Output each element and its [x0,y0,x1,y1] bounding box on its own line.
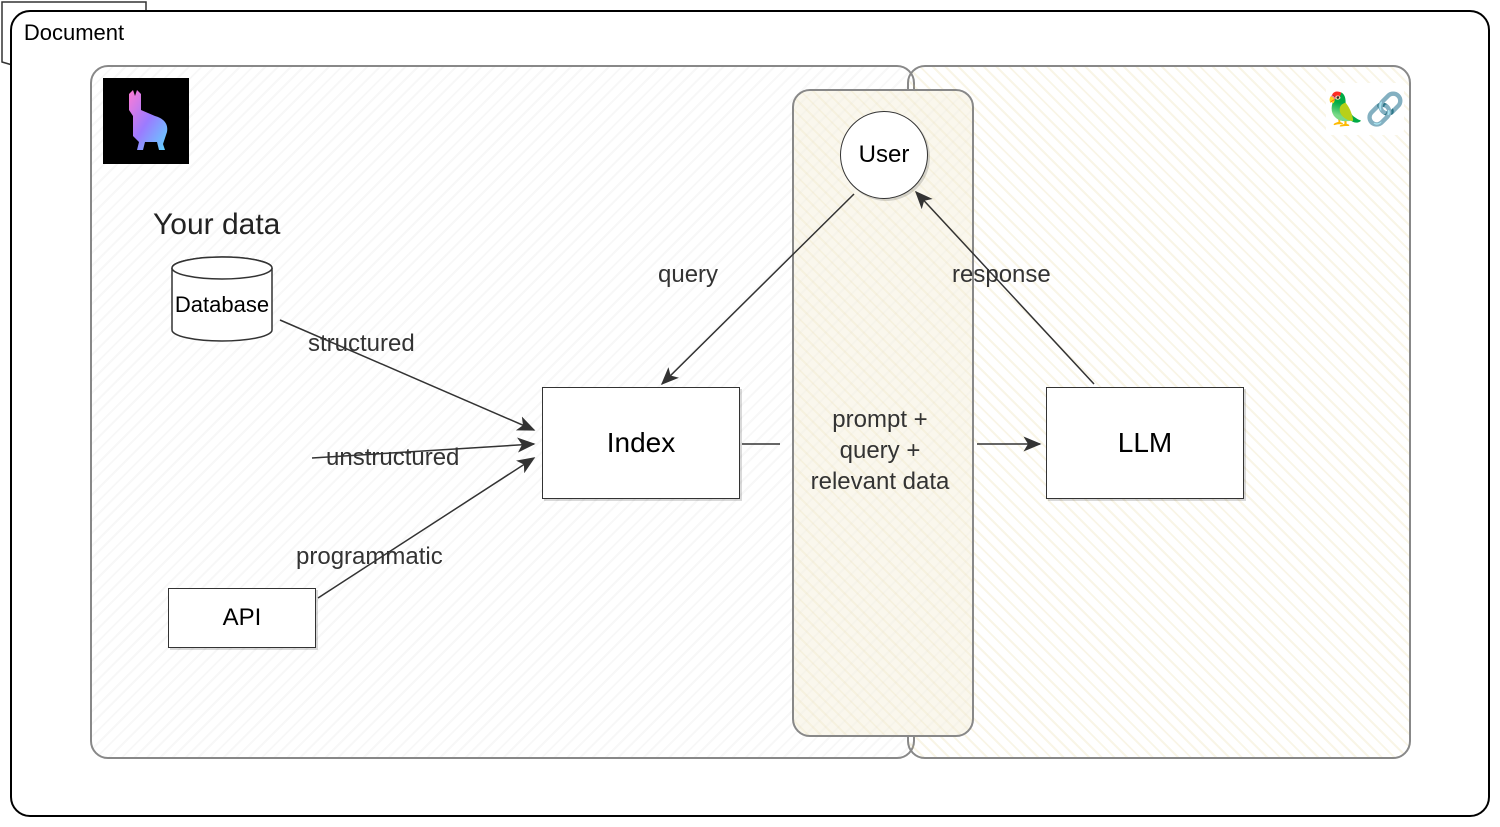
index-label: Index [607,427,676,459]
query-label: query [658,261,718,289]
user-label: User [859,141,910,169]
database-label: Database [164,292,280,318]
chain-icon: 🔗 [1365,90,1405,128]
prompt-line-2: query + [785,435,975,466]
node-api: API [168,588,316,648]
api-label: API [223,604,262,632]
llamaindex-logo [103,78,189,164]
prompt-line-3: relevant data [785,466,975,497]
node-index: Index [542,387,740,499]
prompt-line-1: prompt + [785,404,975,435]
node-llm: LLM [1046,387,1244,499]
your-data-heading: Your data [153,208,280,242]
unstructured-label: unstructured [326,444,459,472]
langchain-logo: 🦜🔗 [1326,83,1404,135]
prompt-label: prompt + query + relevant data [785,404,975,498]
llama-icon [111,86,181,156]
structured-label: structured [308,330,415,358]
llm-label: LLM [1118,427,1172,459]
response-label: response [952,261,1051,289]
parrot-icon: 🦜 [1325,90,1365,128]
node-user: User [840,111,928,199]
node-database: Database [164,256,280,346]
document-label: Document [0,20,148,46]
programmatic-label: programmatic [296,543,443,571]
